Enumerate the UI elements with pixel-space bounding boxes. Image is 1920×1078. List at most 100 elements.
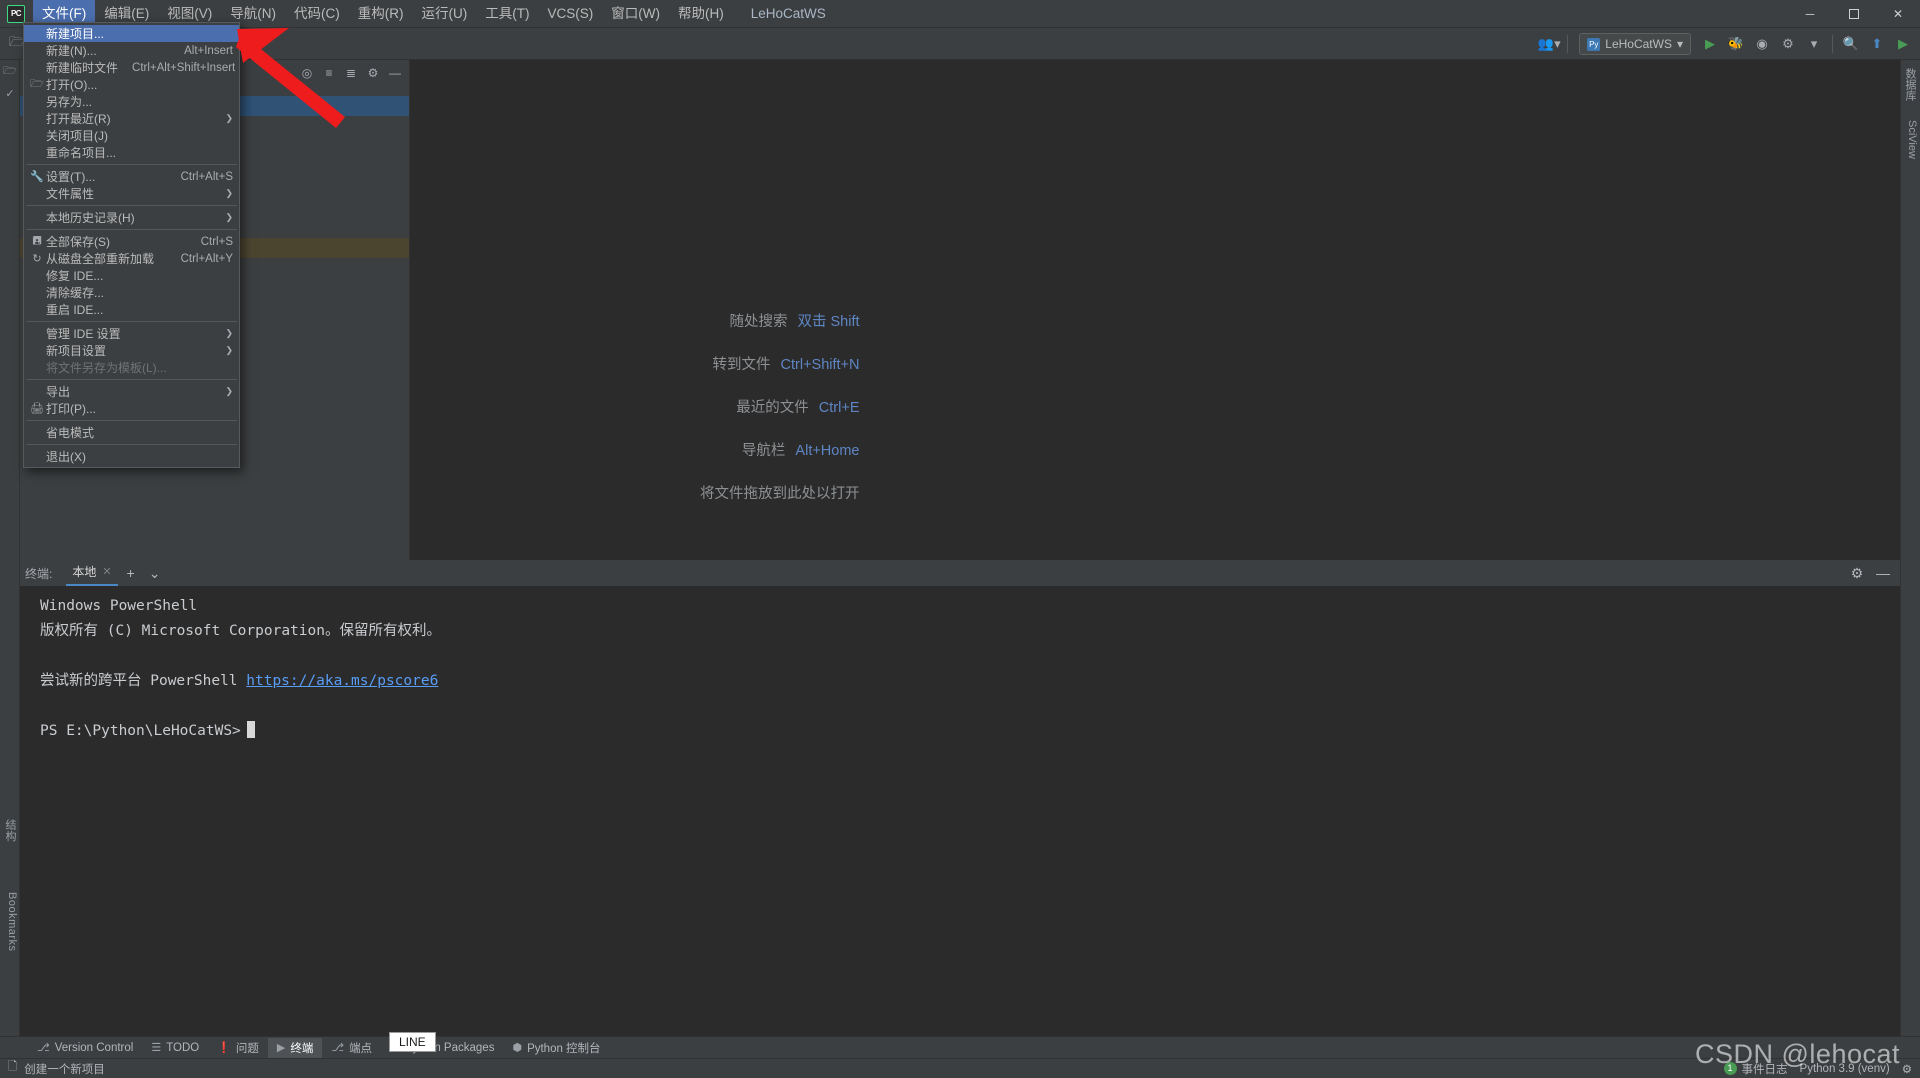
chevron-down-icon[interactable]: ⌄	[144, 562, 166, 584]
coverage-icon[interactable]: ◉	[1750, 32, 1774, 56]
title-bar: PC 文件(F) 编辑(E) 视图(V) 导航(N) 代码(C) 重构(R) 运…	[0, 0, 1920, 28]
menu-item-invalidate-caches[interactable]: 清除缓存...	[24, 284, 239, 301]
warning-icon: ❗	[217, 1042, 231, 1054]
right-strip-label-sciview[interactable]: SciView	[1902, 120, 1918, 159]
minimize-icon[interactable]: —	[1872, 562, 1894, 584]
menu-item-new-project[interactable]: 新建项目...	[24, 25, 239, 42]
minimize-button[interactable]: ─	[1788, 0, 1832, 28]
tool-window-terminal[interactable]: ▶ 终端	[267, 1037, 323, 1058]
menu-item-local-history[interactable]: 本地历史记录(H) ❯	[24, 209, 239, 226]
toolbar-divider-2	[1832, 35, 1833, 53]
tip-label: 随处搜索	[729, 314, 788, 330]
menu-item-power-save-mode[interactable]: 省电模式	[24, 424, 239, 441]
right-strip-label-database[interactable]: 数据库	[1902, 68, 1918, 101]
menu-item-label: 重启 IDE...	[46, 303, 104, 317]
play-icon[interactable]: ▶	[1891, 32, 1915, 56]
sort-icon[interactable]: ≣	[341, 63, 361, 83]
menu-item-label: 从磁盘全部重新加载	[46, 252, 155, 266]
close-icon[interactable]: ✕	[102, 565, 111, 578]
commit-tool-icon[interactable]: ✓	[0, 82, 20, 104]
left-strip-label-structure[interactable]: 结构	[2, 819, 18, 842]
menu-item-label: 管理 IDE 设置	[46, 327, 121, 341]
user-account-icon[interactable]: 👥▾	[1537, 32, 1561, 56]
menu-run[interactable]: 运行(U)	[413, 0, 477, 28]
terminal-line: 版权所有 (C) Microsoft Corporation。保留所有权利。	[40, 623, 441, 639]
interpreter-selector[interactable]: Python 3.9 (venv)	[1800, 1063, 1890, 1075]
menu-item-restart-ide[interactable]: 重启 IDE...	[24, 301, 239, 318]
maximize-button[interactable]	[1832, 0, 1876, 28]
gear-icon[interactable]: ⚙	[1902, 1062, 1912, 1076]
terminal-prompt: PS E:\Python\LeHoCatWS>	[40, 723, 241, 739]
menu-item-label: 全部保存(S)	[46, 235, 110, 249]
tool-window-version-control[interactable]: ⎇ Version Control	[28, 1038, 142, 1058]
terminal-tab-local[interactable]: 本地 ✕	[66, 560, 118, 586]
menu-window[interactable]: 窗口(W)	[602, 0, 669, 28]
menu-help[interactable]: 帮助(H)	[669, 0, 733, 28]
tool-window-problems[interactable]: ❗ 问题	[208, 1038, 268, 1058]
menu-separator	[26, 444, 237, 445]
menu-item-new[interactable]: 新建(N)... Alt+Insert	[24, 42, 239, 59]
menu-item-close-project[interactable]: 关闭项目(J)	[24, 127, 239, 144]
new-terminal-button[interactable]: +	[120, 562, 142, 584]
event-log-indicator[interactable]: 1 事件日志	[1723, 1061, 1788, 1077]
menu-item-save-file-as-template: 将文件另存为模板(L)...	[24, 359, 239, 376]
drop-files-hint: 将文件拖放到此处以打开	[700, 486, 860, 502]
expand-icon[interactable]: ≡	[319, 63, 339, 83]
terminal-tab-label: 本地	[72, 565, 97, 579]
menu-item-save-as[interactable]: 另存为...	[24, 93, 239, 110]
menu-item-label: 另存为...	[46, 95, 93, 109]
menu-item-save-all[interactable]: 🖪 全部保存(S) Ctrl+S	[24, 233, 239, 250]
more-actions-icon[interactable]: ▾	[1802, 32, 1826, 56]
project-tool-icon[interactable]: 🗁	[0, 60, 20, 82]
left-strip-label-bookmarks[interactable]: Bookmarks	[2, 892, 18, 952]
tip-shortcut: Ctrl+Shift+N	[780, 357, 860, 373]
menu-item-reload-all-from-disk[interactable]: ↻ 从磁盘全部重新加载 Ctrl+Alt+Y	[24, 250, 239, 267]
menu-item-manage-ide-settings[interactable]: 管理 IDE 设置 ❯	[24, 325, 239, 342]
menu-item-settings[interactable]: 🔧 设置(T)... Ctrl+Alt+S	[24, 168, 239, 185]
pycharm-logo-icon: PC	[7, 4, 25, 23]
menu-item-new-scratch-file[interactable]: 新建临时文件 Ctrl+Alt+Shift+Insert	[24, 59, 239, 76]
menu-item-rename-project[interactable]: 重命名项目...	[24, 144, 239, 161]
tool-window-python-console[interactable]: ⬢ Python 控制台	[503, 1038, 609, 1058]
menu-item-print[interactable]: 🖨 打印(P)...	[24, 400, 239, 417]
tool-window-todo[interactable]: ☰ TODO	[142, 1038, 208, 1058]
search-icon[interactable]: 🔍	[1839, 32, 1863, 56]
menu-separator	[26, 164, 237, 165]
toolbar-right-group: 👥▾ Py LeHoCatWS ▾ ▶ 🐝 ◉ ⚙ ▾ 🔍 ⬆ ▶	[1536, 28, 1916, 60]
menu-item-export[interactable]: 导出 ❯	[24, 383, 239, 400]
menu-vcs[interactable]: VCS(S)	[539, 0, 603, 28]
close-button[interactable]: ✕	[1876, 0, 1920, 28]
collapse-all-icon[interactable]: ◎	[297, 63, 317, 83]
menu-separator	[26, 379, 237, 380]
debug-icon[interactable]: 🐝	[1724, 32, 1748, 56]
menu-tools[interactable]: 工具(T)	[476, 0, 538, 28]
menu-item-file-properties[interactable]: 文件属性 ❯	[24, 185, 239, 202]
tool-window-endpoints[interactable]: ⎇ 端点	[322, 1038, 381, 1058]
tip-row-recent-files: 最近的文件 Ctrl+E	[700, 396, 859, 417]
menu-separator	[26, 205, 237, 206]
chevron-right-icon: ❯	[225, 188, 233, 198]
list-icon: ☰	[151, 1042, 162, 1054]
gear-icon[interactable]: ⚙	[1846, 562, 1868, 584]
run-configuration-selector[interactable]: Py LeHoCatWS ▾	[1579, 33, 1691, 55]
tip-shortcut: Alt+Home	[795, 443, 860, 459]
editor-tips: 随处搜索 双击 Shift 转到文件 Ctrl+Shift+N 最近的文件 Ct…	[700, 310, 860, 503]
hide-panel-icon[interactable]: —	[385, 63, 405, 83]
menu-item-new-projects-setup[interactable]: 新项目设置 ❯	[24, 342, 239, 359]
update-icon[interactable]: ⬆	[1865, 32, 1889, 56]
menu-refactor[interactable]: 重构(R)	[349, 0, 413, 28]
menu-code[interactable]: 代码(C)	[285, 0, 349, 28]
terminal-output[interactable]: Windows PowerShell 版权所有 (C) Microsoft Co…	[20, 586, 1900, 752]
run-icon[interactable]: ▶	[1698, 32, 1722, 56]
terminal-link[interactable]: https://aka.ms/pscore6	[246, 673, 438, 689]
chevron-right-icon: ❯	[225, 328, 233, 338]
gear-icon[interactable]: ⚙	[363, 63, 383, 83]
run-config-name: LeHoCatWS	[1605, 37, 1672, 51]
menu-item-open-recent[interactable]: 打开最近(R) ❯	[24, 110, 239, 127]
menu-item-exit[interactable]: 退出(X)	[24, 448, 239, 465]
menu-item-repair-ide[interactable]: 修复 IDE...	[24, 267, 239, 284]
profile-icon[interactable]: ⚙	[1776, 32, 1800, 56]
menu-item-open[interactable]: 🗁 打开(O)...	[24, 76, 239, 93]
menu-item-shortcut: Ctrl+Alt+S	[180, 170, 233, 183]
